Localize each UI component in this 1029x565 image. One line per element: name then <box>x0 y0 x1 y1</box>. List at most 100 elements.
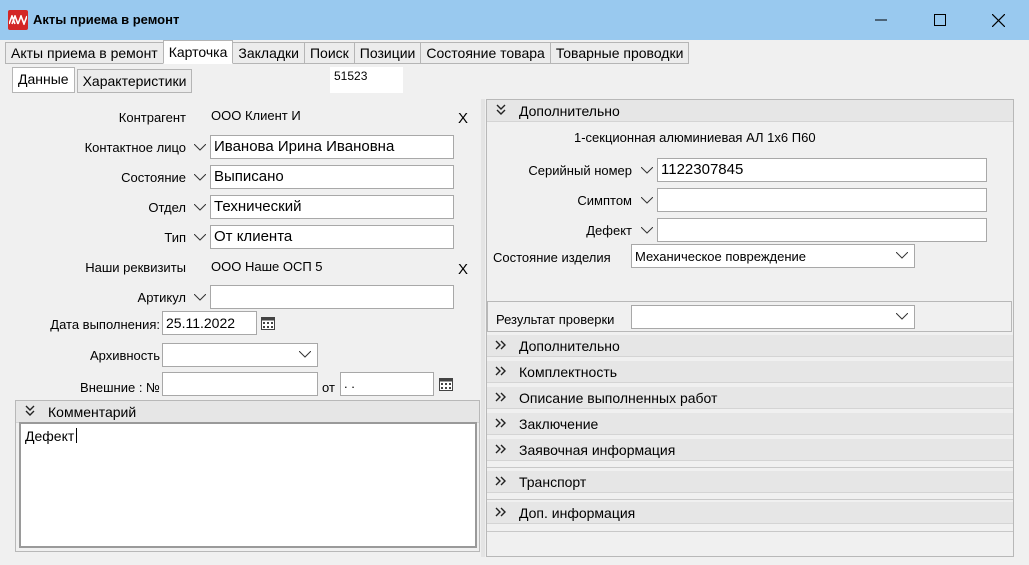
external-no-input[interactable] <box>162 372 318 396</box>
section-label: Дополнительно <box>519 338 620 354</box>
state-dropdown-button[interactable] <box>190 165 210 189</box>
counterparty-value[interactable]: ООО Клиент И <box>211 108 301 123</box>
department-label: Отдел <box>148 200 186 215</box>
section-label: Доп. информация <box>519 505 636 521</box>
type-label: Тип <box>164 230 186 245</box>
comment-text: Дефект <box>25 428 75 444</box>
tab-goods-postings[interactable]: Товарные проводки <box>549 42 690 64</box>
close-button[interactable] <box>975 0 1021 40</box>
maximize-button[interactable] <box>917 0 963 40</box>
maximize-icon <box>934 14 946 26</box>
text-caret <box>76 428 78 443</box>
type-dropdown-button[interactable] <box>190 225 210 249</box>
chevron-down-icon <box>194 293 206 301</box>
department-input[interactable]: Технический <box>210 195 454 219</box>
section-label: Заключение <box>519 416 599 432</box>
comment-textarea[interactable]: Дефект <box>19 422 477 548</box>
external-no-label: Внешние : № <box>80 380 160 395</box>
defect-label: Дефект <box>586 223 632 238</box>
article-input[interactable] <box>210 285 454 309</box>
splitter[interactable] <box>481 99 485 557</box>
double-chevron-right-icon <box>495 418 506 428</box>
chevron-down-icon <box>299 351 311 358</box>
symptom-input[interactable] <box>657 188 987 212</box>
section-extra-info[interactable]: Доп. информация <box>487 502 1013 524</box>
article-dropdown-button[interactable] <box>190 285 210 309</box>
section-divider <box>487 462 1013 468</box>
tab-positions[interactable]: Позиции <box>353 42 422 64</box>
external-date-input[interactable]: . . <box>340 372 434 396</box>
serial-label: Серийный номер <box>528 163 632 178</box>
tab-search[interactable]: Поиск <box>303 42 355 64</box>
record-number: 51523 <box>330 67 403 93</box>
chevron-down-icon <box>194 203 206 211</box>
our-details-clear-button[interactable]: X <box>458 261 468 278</box>
section-conclusion[interactable]: Заключение <box>487 413 1013 435</box>
state-input[interactable]: Выписано <box>210 165 454 189</box>
comment-header-label: Комментарий <box>48 404 137 420</box>
our-details-value[interactable]: ООО Наше ОСП 5 <box>211 259 323 274</box>
subtab-characteristics[interactable]: Характеристики <box>76 69 193 93</box>
chevron-down-icon <box>641 166 653 174</box>
double-chevron-right-icon <box>495 507 506 517</box>
section-additional-2[interactable]: Дополнительно <box>487 335 1013 357</box>
additional-section-header[interactable]: Дополнительно <box>487 100 1013 122</box>
chevron-down-icon <box>641 196 653 204</box>
section-label: Транспорт <box>519 474 587 490</box>
section-completeness[interactable]: Комплектность <box>487 361 1013 383</box>
minimize-icon <box>875 19 887 21</box>
product-state-select[interactable]: Механическое повреждение <box>631 244 915 268</box>
defect-dropdown-button[interactable] <box>637 218 657 242</box>
type-input[interactable]: От клиента <box>210 225 454 249</box>
window-title: Акты приема в ремонт <box>33 12 180 27</box>
contact-input[interactable]: Иванова Ирина Ивановна <box>210 135 454 159</box>
archive-label: Архивность <box>89 348 160 363</box>
comment-section-header[interactable]: Комментарий <box>16 401 479 423</box>
double-chevron-right-icon <box>495 444 506 454</box>
double-chevron-right-icon <box>495 476 506 486</box>
double-chevron-down-icon <box>25 405 35 416</box>
serial-input[interactable]: 1122307845 <box>657 158 987 182</box>
title-bar: Акты приема в ремонт <box>0 0 1029 40</box>
product-state-label: Состояние изделия <box>493 250 611 265</box>
close-icon <box>991 13 1005 27</box>
minimize-button[interactable] <box>858 0 904 40</box>
department-dropdown-button[interactable] <box>190 195 210 219</box>
double-chevron-down-icon <box>496 104 506 115</box>
chevron-down-icon <box>896 252 908 259</box>
contact-dropdown-button[interactable] <box>190 135 210 159</box>
section-label: Комплектность <box>519 364 618 380</box>
tab-goods-state[interactable]: Состояние товара <box>420 42 551 64</box>
additional-header-label: Дополнительно <box>519 103 620 119</box>
article-label: Артикул <box>137 290 186 305</box>
double-chevron-right-icon <box>495 392 506 402</box>
counterparty-clear-button[interactable]: X <box>458 110 468 127</box>
section-divider <box>487 526 1013 532</box>
defect-input[interactable] <box>657 218 987 242</box>
tab-acts[interactable]: Акты приема в ремонт <box>5 42 164 64</box>
chevron-down-icon <box>194 173 206 181</box>
subtab-data[interactable]: Данные <box>12 67 75 93</box>
double-chevron-right-icon <box>495 340 506 350</box>
section-transport[interactable]: Транспорт <box>487 471 1013 493</box>
section-label: Заявочная информация <box>519 442 676 458</box>
calendar-icon[interactable] <box>261 316 275 330</box>
symptom-dropdown-button[interactable] <box>637 188 657 212</box>
symptom-label: Симптом <box>577 193 632 208</box>
tab-bookmarks[interactable]: Закладки <box>232 42 305 64</box>
product-name: 1-секционная алюминиевая АЛ 1х6 П60 <box>574 130 816 145</box>
check-result-label: Результат проверки <box>496 312 615 327</box>
serial-dropdown-button[interactable] <box>637 158 657 182</box>
calendar-icon[interactable] <box>439 377 453 391</box>
double-chevron-right-icon <box>495 366 506 376</box>
section-work-description[interactable]: Описание выполненных работ <box>487 387 1013 409</box>
chevron-down-icon <box>194 143 206 151</box>
contact-label: Контактное лицо <box>84 140 186 155</box>
product-state-value: Механическое повреждение <box>635 249 807 264</box>
archive-select[interactable] <box>162 343 318 367</box>
due-date-input[interactable]: 25.11.2022 <box>162 311 257 335</box>
check-result-select[interactable] <box>631 305 915 329</box>
sub-tabs: Данные Характеристики <box>12 67 194 93</box>
section-request-info[interactable]: Заявочная информация <box>487 439 1013 461</box>
tab-card[interactable]: Карточка <box>162 40 234 64</box>
